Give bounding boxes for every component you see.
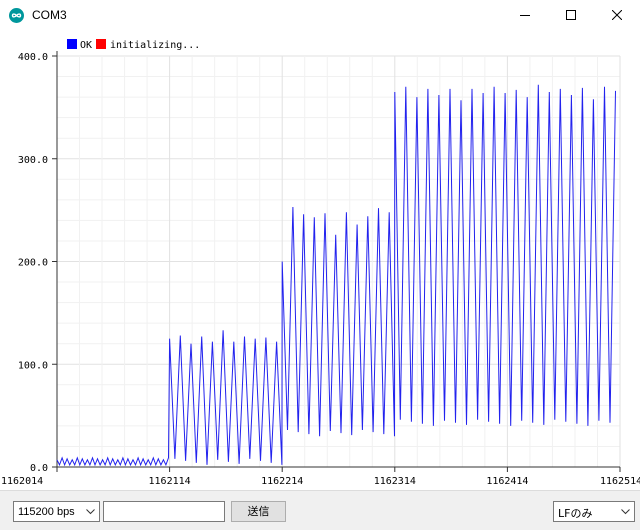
x-tick-label: 1162414: [486, 476, 528, 487]
baud-rate-select[interactable]: 115200 bps: [13, 501, 100, 522]
close-icon: [612, 10, 622, 20]
maximize-icon: [566, 10, 576, 20]
window-title: COM3: [32, 8, 67, 22]
minimize-icon: [520, 15, 530, 16]
series-line-0: [56, 84, 616, 467]
send-input[interactable]: [103, 501, 225, 522]
chevron-down-icon: [86, 509, 95, 515]
legend-swatch-initializing: [96, 39, 106, 49]
y-tick-label: 100.0: [18, 360, 48, 371]
baud-rate-value: 115200 bps: [18, 506, 75, 518]
chevron-down-icon: [621, 509, 630, 515]
plot-legend: OK initializing...: [67, 39, 200, 51]
y-tick-label: 0.0: [30, 463, 48, 474]
send-button[interactable]: 送信: [231, 501, 286, 522]
serial-plotter: 0.0 100.0 200.0 300.0 400.0 1162014 1162114 116…: [0, 31, 640, 490]
maximize-button[interactable]: [548, 0, 594, 31]
minimize-button[interactable]: [502, 0, 548, 31]
y-tick-label: 200.0: [18, 258, 48, 269]
plot-series: [56, 84, 616, 467]
title-bar[interactable]: COM3: [0, 0, 640, 31]
close-button[interactable]: [594, 0, 640, 31]
y-tick-label: 300.0: [18, 155, 48, 166]
x-tick-label: 1162514: [600, 476, 640, 487]
x-tick-label: 1162114: [149, 476, 191, 487]
legend-label-initializing: initializing...: [110, 40, 200, 51]
legend-swatch-ok: [67, 39, 77, 49]
x-tick-label: 1162314: [374, 476, 416, 487]
arduino-infinity-icon: [9, 8, 24, 23]
bottom-toolbar: 115200 bps 送信 LFのみ: [0, 490, 640, 530]
y-tick-label: 400.0: [18, 52, 48, 63]
plot-chart: 0.0 100.0 200.0 300.0 400.0 1162014 1162114 116…: [1, 39, 640, 487]
x-tick-label: 1162214: [261, 476, 303, 487]
line-ending-value: LFのみ: [558, 507, 593, 520]
line-ending-select[interactable]: LFのみ: [553, 501, 635, 522]
legend-label-ok: OK: [80, 40, 92, 51]
x-tick-label: 1162014: [1, 476, 43, 487]
